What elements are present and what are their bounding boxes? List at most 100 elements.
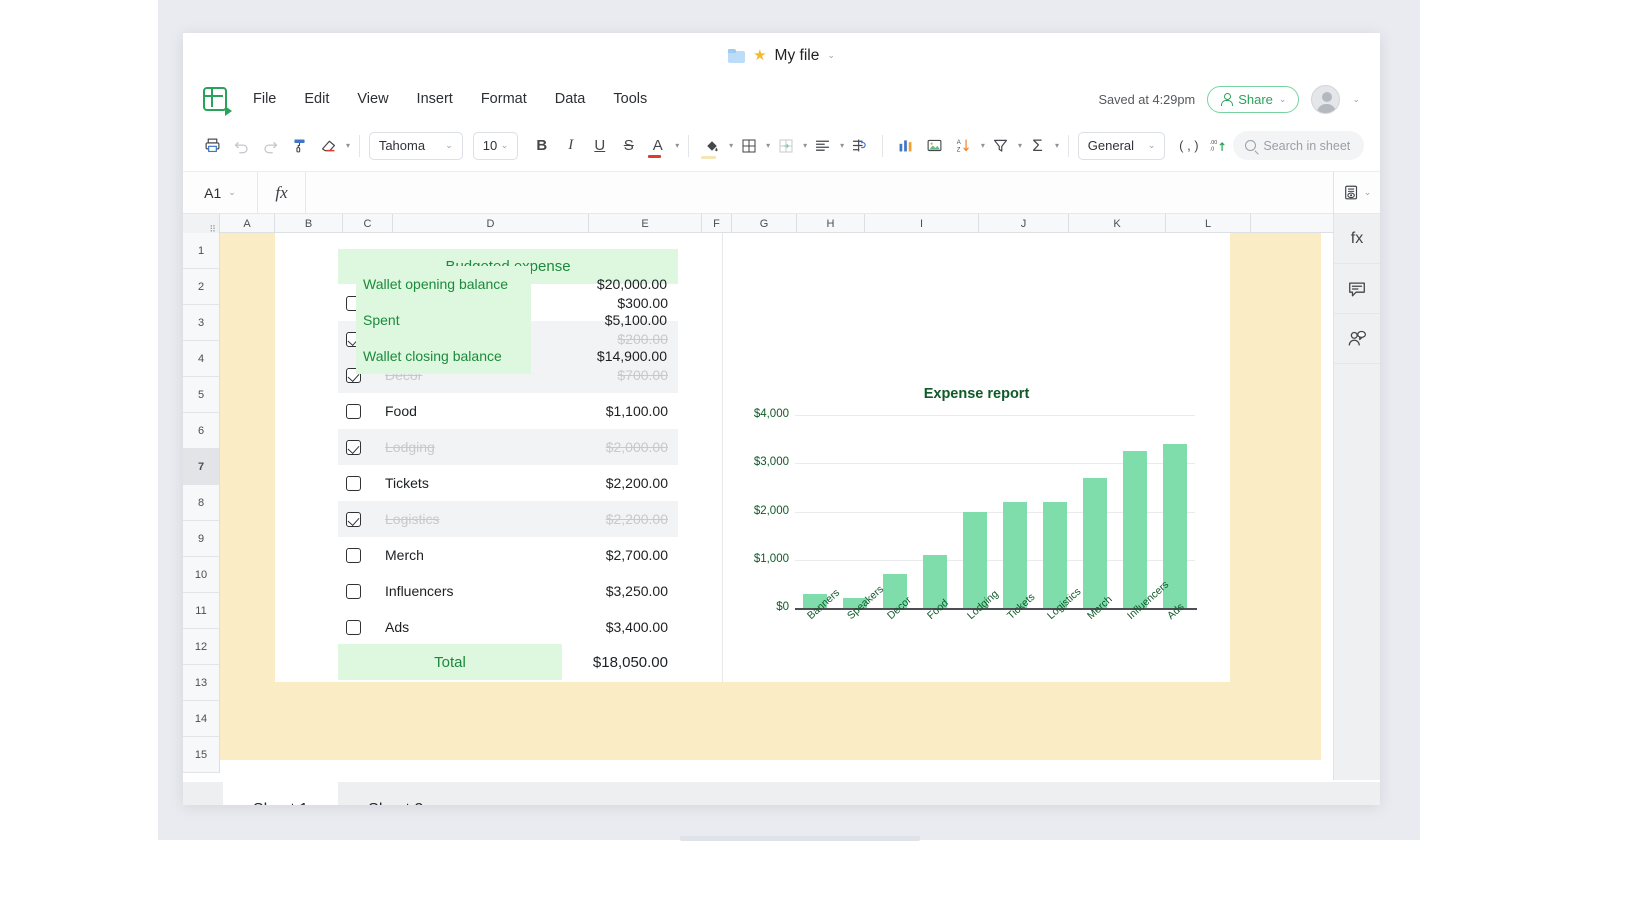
row-header-6[interactable]: 6 [183,413,220,449]
sheet-canvas[interactable]: Budgeted expense Banners$300.00Speakers$… [220,233,1333,780]
expense-row[interactable]: Merch$2,700.00 [338,537,678,573]
expense-checkbox[interactable] [346,404,361,419]
menu-item-tools[interactable]: Tools [599,86,661,112]
number-format-select[interactable]: General ⌄ [1078,132,1166,160]
file-name[interactable]: My file [775,47,820,65]
borders-chevron-icon[interactable]: ▾ [766,141,770,150]
expense-row[interactable]: Ads$3,400.00 [338,609,678,645]
column-header-k[interactable]: K [1069,214,1166,233]
fill-color-chevron-icon[interactable]: ▾ [729,141,733,150]
column-header-g[interactable]: G [732,214,797,233]
fill-color-icon[interactable] [698,131,725,161]
expense-row[interactable]: Lodging$2,000.00 [338,429,678,465]
expense-report-chart[interactable]: Expense report $0$1,000$2,000$3,000$4,00… [723,233,1230,682]
column-header-i[interactable]: I [865,214,979,233]
column-header-j[interactable]: J [979,214,1069,233]
search-input[interactable]: Search in sheet [1233,131,1364,160]
column-header-e[interactable]: E [589,214,702,233]
filter-chevron-icon[interactable]: ▾ [1018,141,1022,150]
underline-button[interactable]: U [586,131,613,161]
row-header-11[interactable]: 11 [183,593,220,629]
row-header-4[interactable]: 4 [183,341,220,377]
filter-icon[interactable] [987,131,1014,161]
chart-bar[interactable] [1123,451,1147,608]
chart-bar[interactable] [1043,502,1067,608]
row-header-2[interactable]: 2 [183,269,220,305]
insert-chart-icon[interactable] [892,131,919,161]
chevron-down-icon[interactable]: ⌄ [1279,95,1287,104]
row-header-10[interactable]: 10 [183,557,220,593]
wrap-text-icon[interactable] [846,131,873,161]
expense-row[interactable]: Tickets$2,200.00 [338,465,678,501]
comma-format-button[interactable]: ( , ) [1175,131,1202,161]
chevron-down-icon[interactable]: ⌄ [827,51,835,60]
row-header-14[interactable]: 14 [183,701,220,737]
sheet-tab-sheet-2[interactable]: Sheet 2 [338,782,453,805]
chevron-down-icon[interactable]: ⌄ [1364,188,1372,197]
select-all-corner[interactable] [183,214,220,233]
expense-checkbox[interactable] [346,512,361,527]
clear-format-icon[interactable] [315,131,342,161]
expense-checkbox[interactable] [346,440,361,455]
row-header-3[interactable]: 3 [183,305,220,341]
menu-item-insert[interactable]: Insert [403,86,467,112]
insert-image-icon[interactable] [921,131,948,161]
menu-item-view[interactable]: View [343,86,402,112]
expense-row[interactable]: Logistics$2,200.00 [338,501,678,537]
chart-bar[interactable] [963,512,987,609]
row-header-7[interactable]: 7 [183,449,220,485]
expense-row[interactable]: Food$1,100.00 [338,393,678,429]
align-icon[interactable] [809,131,836,161]
row-header-8[interactable]: 8 [183,485,220,521]
column-header-b[interactable]: B [275,214,343,233]
borders-icon[interactable] [735,131,762,161]
row-header-5[interactable]: 5 [183,377,220,413]
italic-button[interactable]: I [557,131,584,161]
row-header-13[interactable]: 13 [183,665,220,701]
text-color-button[interactable]: A [644,131,671,161]
column-header-l[interactable]: L [1166,214,1251,233]
menu-item-data[interactable]: Data [541,86,600,112]
folder-icon[interactable] [728,49,745,63]
avatar-chevron-down-icon[interactable]: ⌄ [1352,95,1360,104]
sort-icon[interactable]: AZ [950,131,977,161]
sum-chevron-icon[interactable]: ▾ [1055,141,1059,150]
paint-format-icon[interactable] [286,131,313,161]
expense-checkbox[interactable] [346,476,361,491]
align-chevron-icon[interactable]: ▾ [840,141,844,150]
decimal-format-icon[interactable]: .00.0 [1204,131,1231,161]
functions-panel-icon[interactable]: fx [1334,214,1380,264]
expense-checkbox[interactable] [346,584,361,599]
name-box[interactable]: A1 ⌄ [183,172,258,213]
menu-item-format[interactable]: Format [467,86,541,112]
comment-icon[interactable] [1334,264,1380,314]
column-header-c[interactable]: C [343,214,393,233]
star-icon[interactable]: ★ [753,48,766,63]
fx-icon[interactable]: fx [258,172,306,213]
row-header-12[interactable]: 12 [183,629,220,665]
share-button[interactable]: Share ⌄ [1207,86,1299,113]
print-icon[interactable] [199,131,226,161]
view-options-button[interactable]: ⌄ [1334,172,1380,214]
formula-input[interactable] [306,172,1356,213]
expense-checkbox[interactable] [346,548,361,563]
sheet-tab-sheet-1[interactable]: Sheet 1 [223,782,338,805]
merge-cells-icon[interactable] [772,131,799,161]
font-family-select[interactable]: Tahoma ⌄ [369,132,463,160]
menu-item-edit[interactable]: Edit [290,86,343,112]
file-title-chip[interactable]: ★ My file ⌄ [728,47,835,65]
sort-chevron-icon[interactable]: ▾ [981,141,985,150]
column-header-h[interactable]: H [797,214,865,233]
sum-icon[interactable]: Σ [1024,131,1051,161]
redo-icon[interactable] [257,131,284,161]
column-header-d[interactable]: D [393,214,589,233]
row-header-1[interactable]: 1 [183,233,220,269]
row-header-9[interactable]: 9 [183,521,220,557]
menu-item-file[interactable]: File [239,86,290,112]
font-size-select[interactable]: 10 ⌄ [473,132,518,160]
chart-bar[interactable] [1083,478,1107,608]
avatar[interactable] [1311,85,1340,114]
collaborate-icon[interactable] [1334,314,1380,364]
column-header-f[interactable]: F [702,214,732,233]
text-color-chevron-icon[interactable]: ▾ [675,141,679,150]
